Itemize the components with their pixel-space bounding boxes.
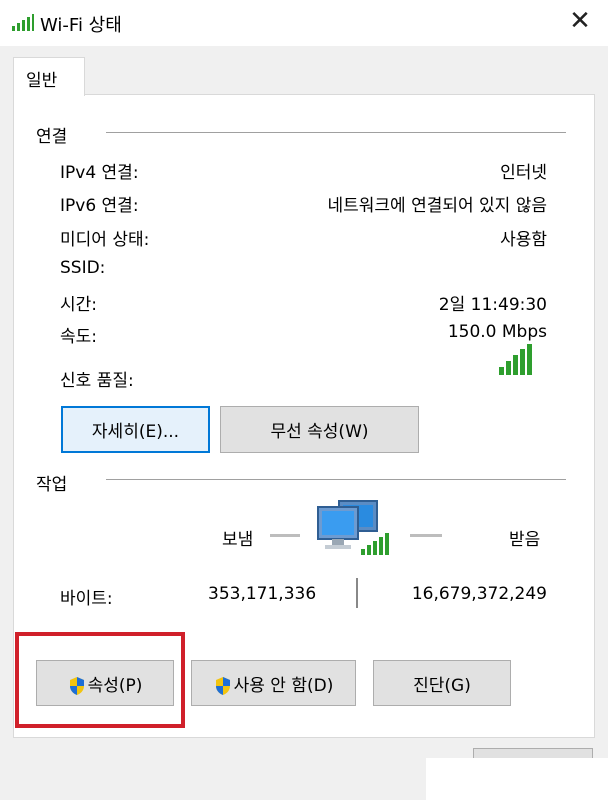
signal-bar xyxy=(513,355,518,375)
bytes-label: 바이트: xyxy=(60,589,113,609)
network-computers-icon xyxy=(317,500,389,555)
signal-bar xyxy=(527,344,532,375)
wireless-properties-button[interactable]: 무선 속성(W) xyxy=(220,406,419,453)
connection-section-title: 연결 xyxy=(36,127,68,147)
duration-label: 시간: xyxy=(60,295,98,315)
sent-label: 보냄 xyxy=(222,530,254,550)
bytes-divider xyxy=(356,578,358,608)
highlight-box xyxy=(15,632,185,728)
wifi-signal-icon xyxy=(12,14,34,31)
duration-value: 2일 11:49:30 xyxy=(438,295,547,315)
title-bar: Wi-Fi 상태 ✕ xyxy=(0,0,608,46)
tab-general[interactable]: 일반 xyxy=(13,57,85,96)
ipv6-value: 네트워크에 연결되어 있지 않음 xyxy=(327,196,547,216)
signal-bar xyxy=(520,349,525,375)
disable-button[interactable]: 사용 안 함(D) xyxy=(191,660,356,706)
signal-bar xyxy=(506,361,511,375)
received-label: 받음 xyxy=(509,530,541,550)
activity-section-title: 작업 xyxy=(36,475,68,495)
bytes-received-value: 16,679,372,249 xyxy=(411,584,547,604)
ssid-label: SSID: xyxy=(60,258,106,278)
close-icon[interactable]: ✕ xyxy=(566,8,594,36)
signal-quality-label: 신호 품질: xyxy=(60,371,134,391)
bytes-sent-value: 353,171,336 xyxy=(208,584,317,604)
ipv4-value: 인터넷 xyxy=(500,163,547,183)
speed-label: 속도: xyxy=(60,327,98,347)
ipv6-label: IPv6 연결: xyxy=(60,196,139,216)
diagnose-button[interactable]: 진단(G) xyxy=(373,660,511,706)
ipv4-label: IPv4 연결: xyxy=(60,163,139,183)
disable-button-label: 사용 안 함(D) xyxy=(233,675,334,696)
details-button[interactable]: 자세히(E)... xyxy=(61,406,210,453)
speed-value: 150.0 Mbps xyxy=(447,322,547,342)
window-title: Wi-Fi 상태 xyxy=(40,15,122,36)
connection-divider xyxy=(106,132,566,133)
wireless-properties-label: 무선 속성(W) xyxy=(270,422,369,442)
tab-label: 일반 xyxy=(26,71,58,91)
signal-quality-icon xyxy=(499,344,532,375)
activity-divider xyxy=(106,479,566,480)
received-line xyxy=(410,534,442,537)
details-button-label: 자세히(E)... xyxy=(91,422,180,442)
signal-bar xyxy=(499,367,504,375)
media-state-label: 미디어 상태: xyxy=(60,230,150,250)
redaction-mask xyxy=(426,758,608,800)
media-state-value: 사용함 xyxy=(500,230,547,250)
sent-line xyxy=(270,534,300,537)
uac-shield-icon xyxy=(215,676,230,695)
diagnose-button-label: 진단(G) xyxy=(413,675,471,696)
